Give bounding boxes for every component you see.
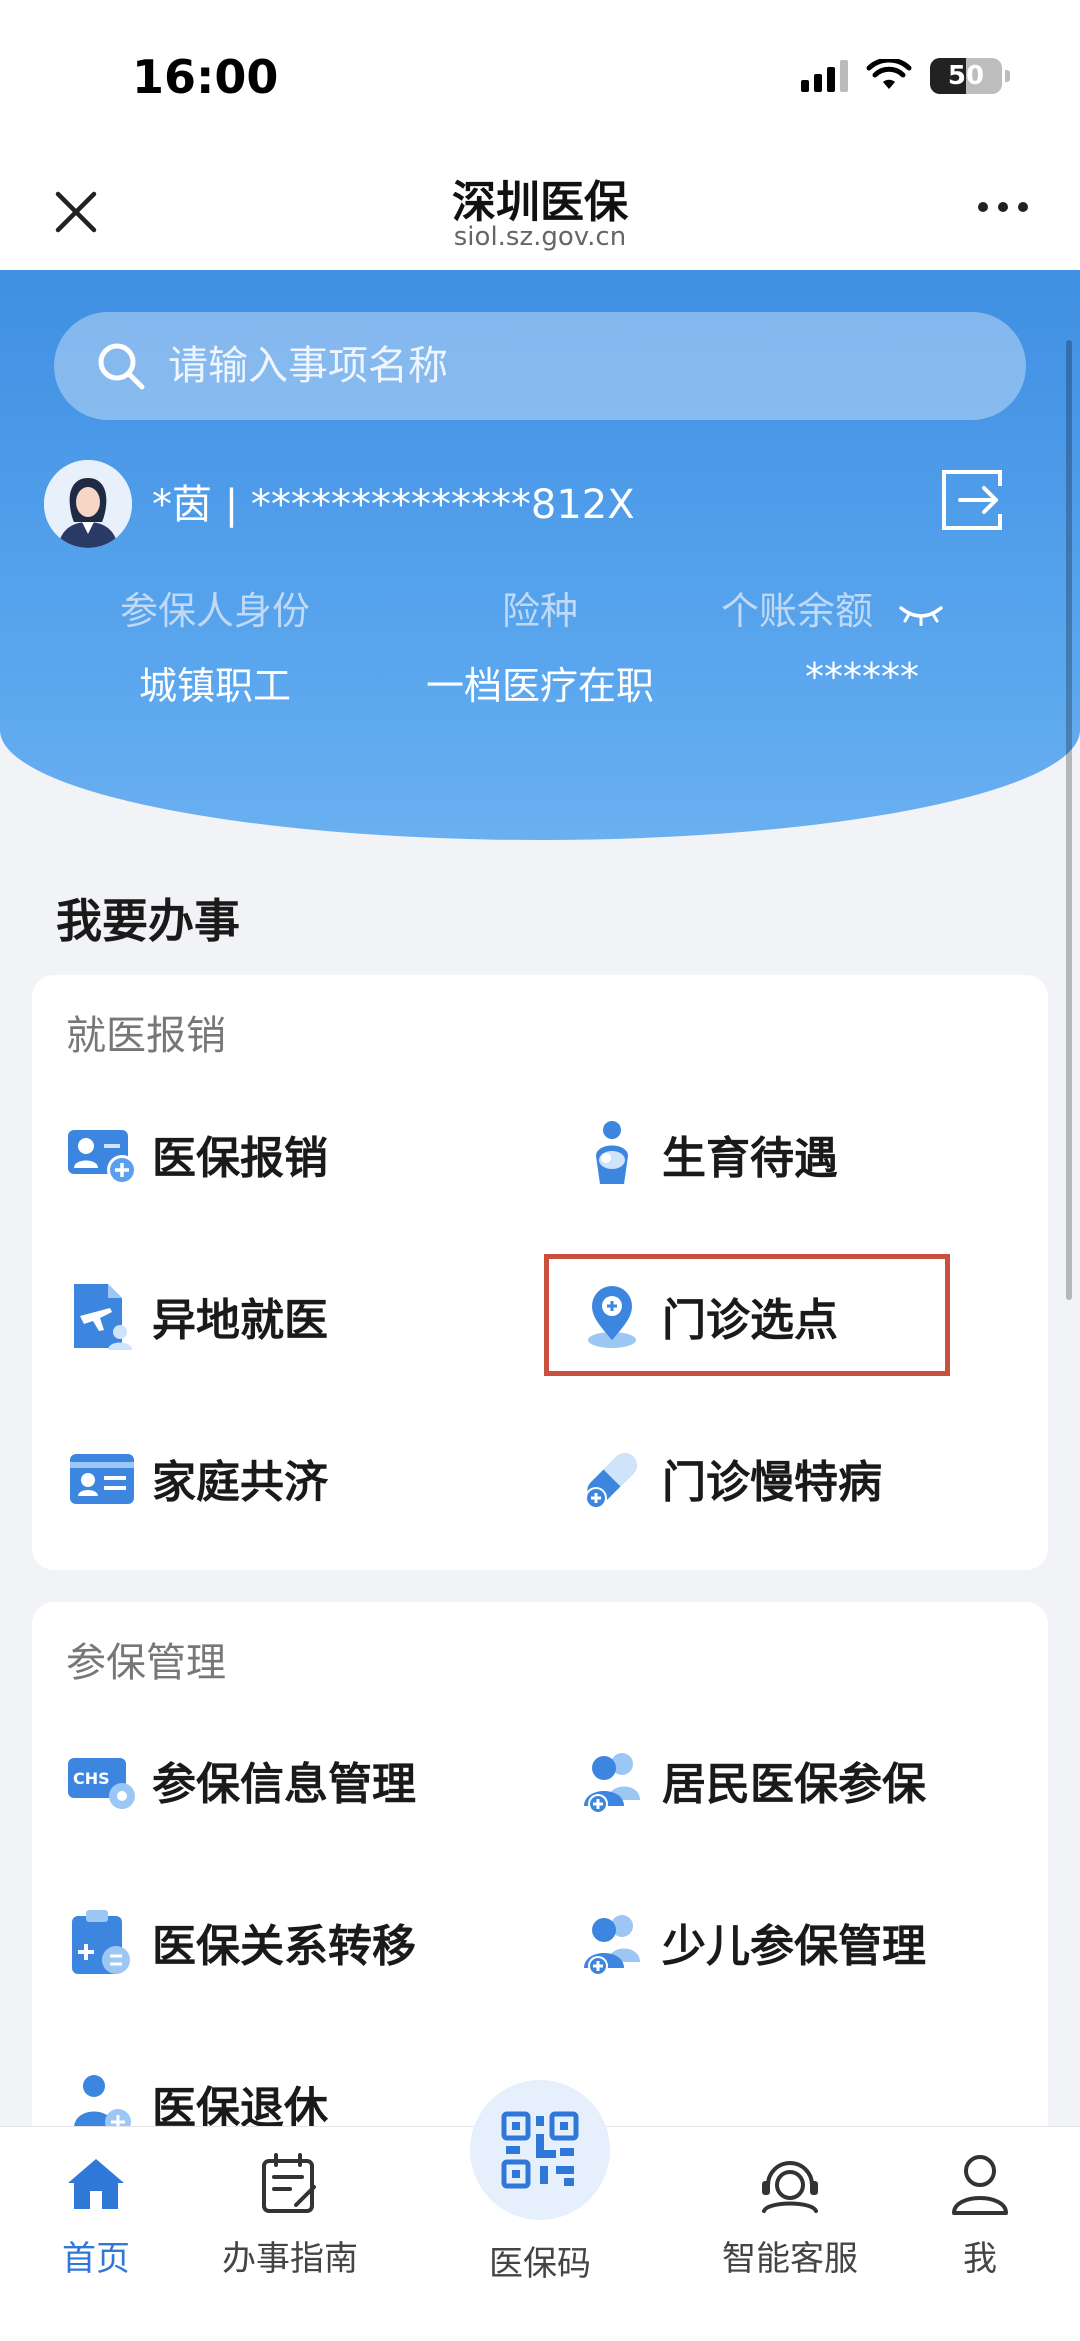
tab-guide[interactable]: 办事指南 xyxy=(200,2149,380,2280)
tab-label: 我 xyxy=(963,2239,997,2279)
battery-tip xyxy=(1005,70,1010,82)
info-value-identity: 城镇职工 xyxy=(138,664,291,708)
info-label-balance: 个账余额 xyxy=(682,580,982,635)
user-id: *茵 | **************812X xyxy=(152,482,635,528)
service-label: 生育待遇 xyxy=(662,1133,838,1184)
page-url: siol.sz.gov.cn xyxy=(453,222,627,252)
search-input[interactable] xyxy=(168,343,968,389)
wifi-icon xyxy=(866,59,912,89)
service-label: 医保报销 xyxy=(152,1133,328,1184)
page-title: 深圳医保 xyxy=(452,177,628,228)
status-time: 16:00 xyxy=(132,50,279,104)
service-transfer[interactable]: 医保关系转移 xyxy=(64,1902,416,1982)
card-title: 就医报销 xyxy=(66,1013,226,1059)
insurance-info-labels: 参保人身份 险种 个账余额 xyxy=(0,580,1080,633)
guide-icon xyxy=(262,2153,316,2213)
insurance-info-values: 城镇职工 一档医疗在职 ****** xyxy=(0,655,1080,708)
service-chronic-disease[interactable]: 门诊慢特病 xyxy=(574,1438,882,1518)
scrollbar[interactable] xyxy=(1066,340,1072,1300)
search-icon xyxy=(98,343,145,390)
service-family[interactable]: 家庭共济 xyxy=(64,1438,328,1518)
child-insure-icon xyxy=(584,1915,640,1976)
transfer-icon xyxy=(72,1910,130,1974)
status-icons: 50 xyxy=(801,58,1010,94)
section-title: 我要办事 xyxy=(56,894,240,948)
status-bar: 16:00 50 xyxy=(0,0,1080,150)
reimburse-icon xyxy=(68,1130,137,1185)
service-remote-medical[interactable]: 异地就医 xyxy=(64,1276,328,1356)
svg-text:CHS: CHS xyxy=(73,1769,110,1788)
info-value-balance: ****** xyxy=(805,655,919,699)
service-insurance-info[interactable]: CHS 参保信息管理 xyxy=(64,1740,416,1820)
service-child-insure[interactable]: 少儿参保管理 xyxy=(574,1902,926,1982)
card-title: 参保管理 xyxy=(66,1640,226,1686)
medicine-pill-icon xyxy=(585,1453,637,1509)
headset-icon xyxy=(762,2161,818,2213)
service-label: 异地就医 xyxy=(152,1295,328,1346)
signal-icon xyxy=(801,60,848,92)
service-label: 少儿参保管理 xyxy=(662,1921,926,1972)
battery-level: 50 xyxy=(947,61,985,91)
info-value-type: 一档医疗在职 xyxy=(425,664,654,708)
service-resident-insure[interactable]: 居民医保参保 xyxy=(574,1740,926,1820)
resident-insure-icon xyxy=(584,1753,640,1814)
tab-customer-service[interactable]: 智能客服 xyxy=(700,2149,880,2280)
eye-closed-icon[interactable] xyxy=(899,602,943,626)
service-label: 医保关系转移 xyxy=(152,1921,416,1972)
info-label-balance-text: 个账余额 xyxy=(720,589,873,633)
more-menu-icon[interactable] xyxy=(978,202,1028,212)
avatar xyxy=(44,460,132,548)
qr-code-icon xyxy=(501,2111,579,2189)
family-icon xyxy=(70,1454,134,1504)
service-maternity[interactable]: 生育待遇 xyxy=(574,1114,838,1194)
tab-home[interactable]: 首页 xyxy=(6,2149,186,2280)
person-icon xyxy=(952,2155,1008,2215)
tab-label: 医保码 xyxy=(489,2244,591,2284)
home-icon xyxy=(68,2159,124,2209)
tab-me[interactable]: 我 xyxy=(890,2149,1070,2280)
service-label: 家庭共济 xyxy=(152,1457,328,1508)
chs-gear-icon: CHS xyxy=(68,1758,135,1809)
info-label-identity: 参保人身份 xyxy=(119,589,310,633)
remote-medical-icon xyxy=(74,1284,132,1350)
nav-bar: 深圳医保 siol.sz.gov.cn xyxy=(0,150,1080,270)
tab-label: 智能客服 xyxy=(722,2239,858,2279)
tab-label: 办事指南 xyxy=(222,2239,358,2279)
highlight-box xyxy=(544,1254,950,1376)
info-label-type: 险种 xyxy=(501,589,578,633)
battery-icon: 50 xyxy=(930,58,1002,94)
tab-qr-code[interactable] xyxy=(470,2080,610,2220)
tab-label: 首页 xyxy=(62,2239,130,2279)
service-label: 参保信息管理 xyxy=(152,1759,416,1810)
maternity-icon xyxy=(596,1121,628,1184)
service-label: 居民医保参保 xyxy=(662,1759,926,1810)
service-reimburse[interactable]: 医保报销 xyxy=(64,1114,328,1194)
logout-icon[interactable] xyxy=(936,464,1008,536)
search-bar[interactable] xyxy=(54,312,1026,420)
service-label: 门诊慢特病 xyxy=(662,1457,882,1508)
